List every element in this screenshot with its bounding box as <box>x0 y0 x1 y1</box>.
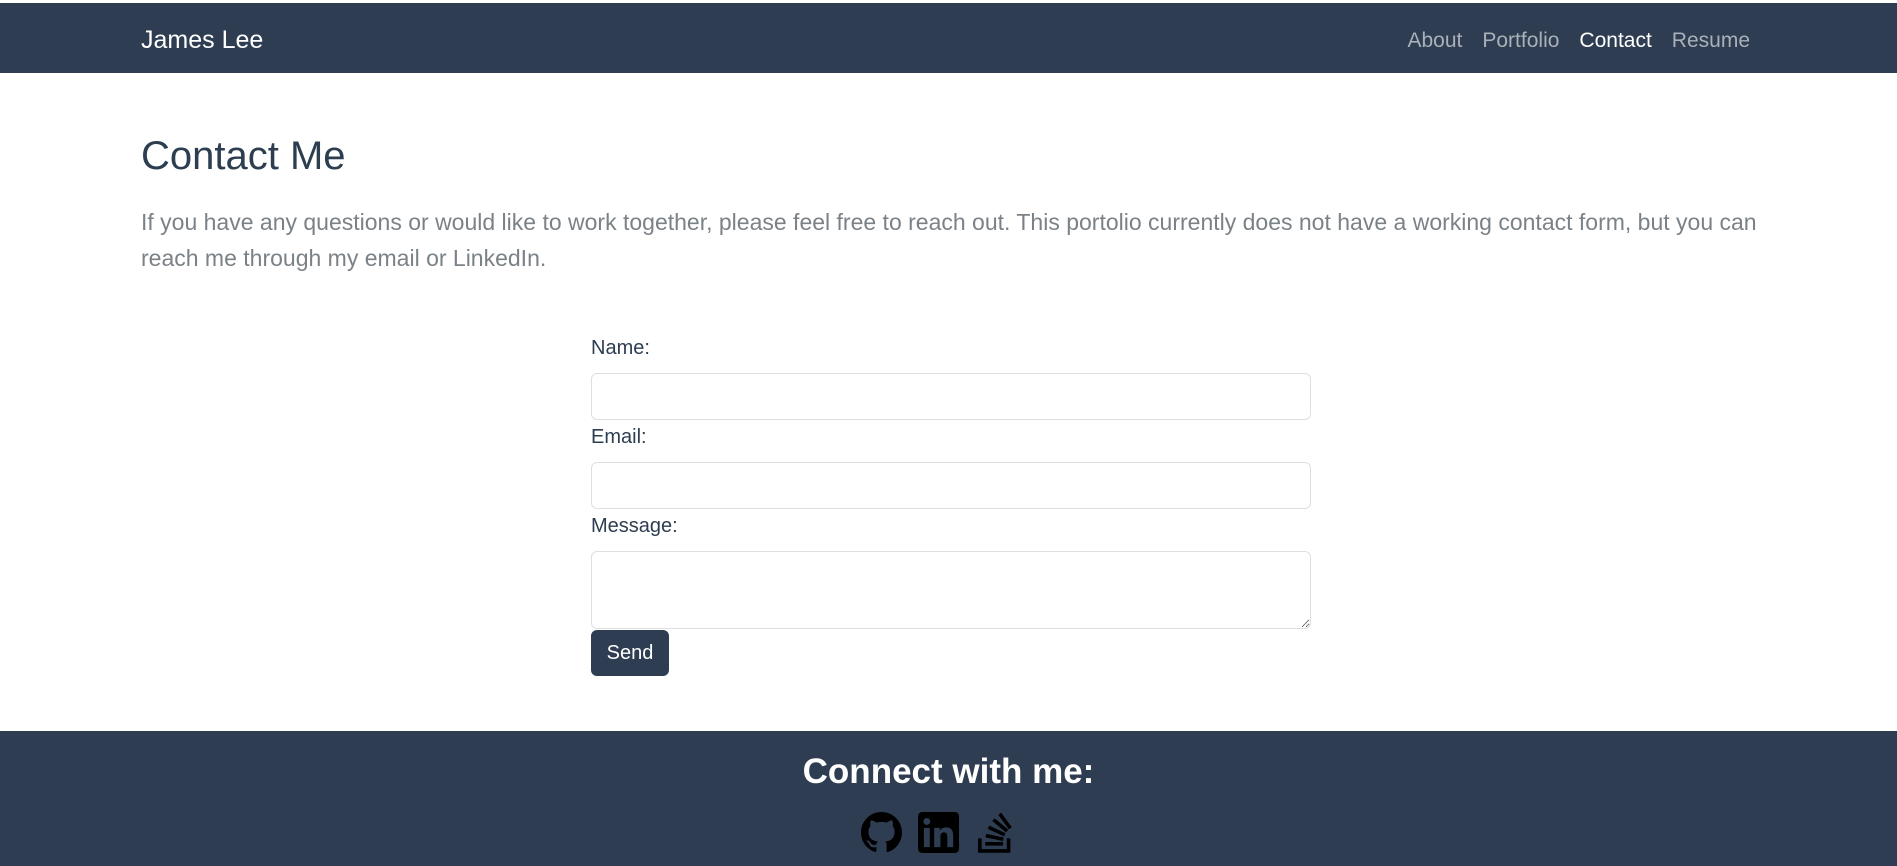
contact-form: Name: Email: Message: Send <box>591 334 1311 676</box>
nav-links: About Portfolio Contact Resume <box>1407 27 1750 55</box>
nav-link-portfolio[interactable]: Portfolio <box>1482 27 1559 55</box>
social-links <box>861 812 1016 853</box>
send-button[interactable]: Send <box>591 630 669 676</box>
stackoverflow-icon[interactable] <box>975 812 1016 853</box>
email-label: Email: <box>591 426 647 448</box>
footer: Connect with me: <box>0 731 1897 866</box>
nav-link-resume[interactable]: Resume <box>1672 27 1750 55</box>
message-textarea[interactable] <box>591 551 1311 629</box>
nav-link-about[interactable]: About <box>1407 27 1462 55</box>
navbar: James Lee About Portfolio Contact Resume <box>0 3 1897 73</box>
intro-text: If you have any questions or would like … <box>141 209 1757 271</box>
github-icon[interactable] <box>861 812 902 853</box>
email-input[interactable] <box>591 462 1311 509</box>
message-label: Message: <box>591 515 678 537</box>
footer-title: Connect with me: <box>802 752 1095 791</box>
name-label: Name: <box>591 337 650 359</box>
name-input[interactable] <box>591 373 1311 420</box>
linkedin-icon[interactable] <box>918 812 959 853</box>
page-title: Contact Me <box>141 134 346 178</box>
brand-link[interactable]: James Lee <box>141 25 263 55</box>
nav-link-contact[interactable]: Contact <box>1579 27 1651 55</box>
